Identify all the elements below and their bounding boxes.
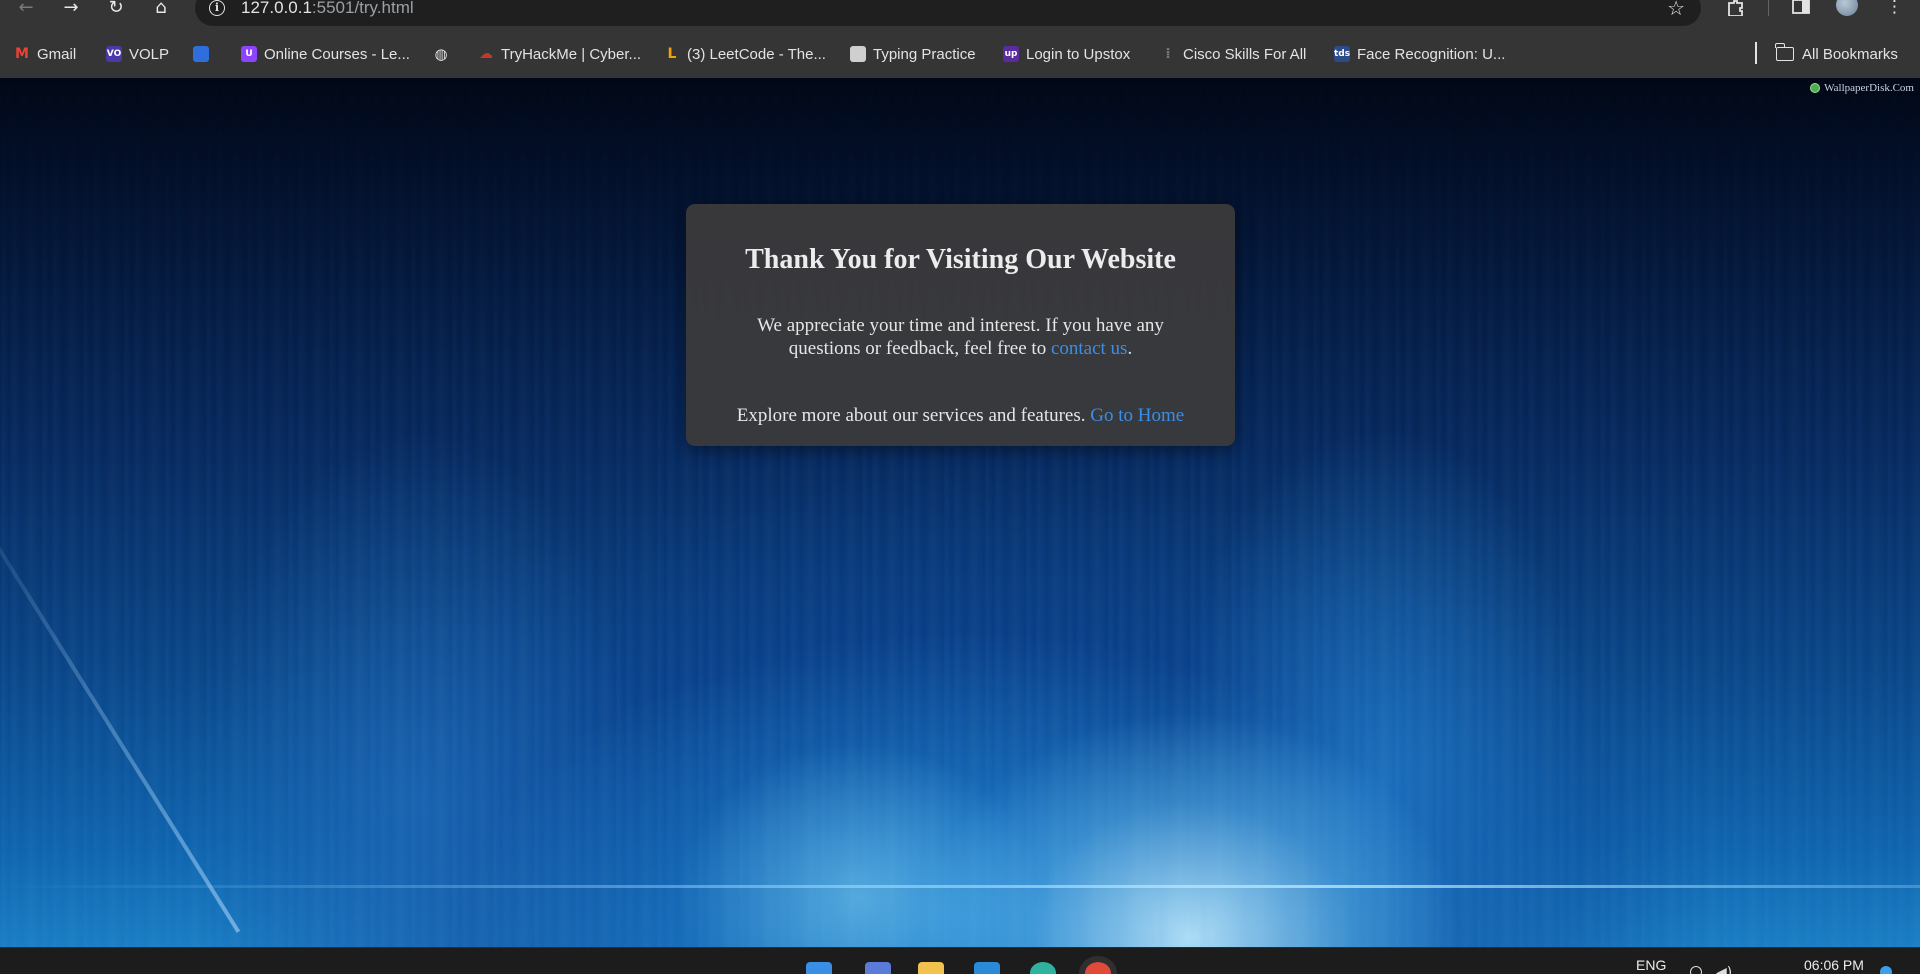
bookmark-item[interactable]: L (3) LeetCode - The...: [664, 43, 826, 65]
bookmark-label: Online Courses - Le...: [264, 45, 410, 63]
bookmark-item[interactable]: up Login to Upstox: [1003, 43, 1130, 65]
all-bookmarks-button[interactable]: All Bookmarks: [1775, 43, 1898, 65]
bookmark-item[interactable]: [193, 43, 216, 65]
thank-you-card: Thank You for Visiting Our Website We ap…: [686, 204, 1235, 446]
browser-menu-icon[interactable]: ⋮: [1886, 0, 1903, 16]
browser-toolbar: ← → ↻ ⌂ i 127.0.0.1:5501/try.html ☆ ⋮: [0, 0, 1920, 30]
start-icon[interactable]: [806, 962, 832, 974]
toolbar-separator: [1768, 0, 1769, 16]
bookmark-label: Cisco Skills For All: [1183, 45, 1307, 63]
chrome-icon[interactable]: [1079, 956, 1117, 974]
bookmark-item[interactable]: VO VOLP: [106, 43, 169, 65]
forward-button[interactable]: →: [55, 0, 87, 17]
go-to-home-link[interactable]: Go to Home: [1090, 405, 1184, 426]
folder-icon: [1775, 43, 1794, 61]
reload-button[interactable]: ↻: [100, 0, 132, 17]
file-explorer-icon[interactable]: [918, 962, 944, 974]
contact-us-link[interactable]: contact us: [1051, 338, 1128, 359]
gmail-icon: M: [15, 46, 29, 62]
address-bar[interactable]: i 127.0.0.1:5501/try.html ☆: [195, 0, 1701, 26]
courses-icon: U: [241, 46, 257, 62]
url-path: :5501/try.html: [311, 0, 414, 17]
face-recognition-icon: tds: [1334, 46, 1350, 62]
bookmark-item[interactable]: U Online Courses - Le...: [241, 43, 410, 65]
bookmark-label: Typing Practice: [873, 45, 976, 63]
bookmarks-bar: M Gmail VO VOLP U Online Courses - Le... ◍ ☁ Try…: [0, 30, 1920, 78]
bookmark-star-icon[interactable]: ☆: [1667, 0, 1685, 20]
bookmark-item[interactable]: M Gmail: [14, 43, 76, 65]
extensions-icon[interactable]: [1726, 0, 1746, 17]
volp-icon: VO: [106, 46, 122, 62]
url-host: 127.0.0.1: [241, 0, 312, 17]
bookmark-label: Gmail: [37, 45, 77, 63]
bookmark-item[interactable]: tds Face Recognition: U...: [1334, 43, 1505, 65]
explore-text: Explore more about our services and feat…: [736, 405, 1091, 426]
bookmark-label: (3) LeetCode - The...: [687, 45, 826, 63]
bookmark-item[interactable]: Typing Practice: [850, 43, 976, 65]
bookmark-item[interactable]: ◍: [433, 43, 456, 65]
profile-avatar[interactable]: [1836, 0, 1858, 16]
upstox-icon: up: [1003, 46, 1019, 62]
bookmark-item[interactable]: ☁ TryHackMe | Cyber...: [478, 43, 641, 65]
all-bookmarks-label: All Bookmarks: [1802, 45, 1898, 63]
side-panel-icon[interactable]: [1792, 0, 1810, 16]
bookmark-label: TryHackMe | Cyber...: [501, 45, 642, 63]
typing-icon: [850, 46, 866, 62]
edge-icon[interactable]: [1030, 962, 1056, 974]
message-end: .: [1127, 338, 1133, 359]
bookmark-app-icon: [193, 46, 209, 62]
back-button[interactable]: ←: [10, 0, 42, 17]
wallpaper-horizon: [0, 885, 1920, 888]
language-indicator[interactable]: ENG: [1636, 957, 1666, 973]
watermark-logo-icon: [1810, 83, 1821, 93]
site-info-icon[interactable]: i: [209, 0, 225, 16]
globe-icon: ◍: [434, 45, 448, 63]
copilot-icon[interactable]: [865, 962, 891, 974]
bookmark-label: VOLP: [129, 45, 170, 63]
home-button[interactable]: ⌂: [145, 0, 177, 17]
wallpaper-watermark: WallpaperDisk.Com: [1810, 82, 1914, 94]
bookmark-item[interactable]: ⁞ Cisco Skills For All: [1160, 43, 1306, 65]
bookmark-label: Face Recognition: U...: [1357, 45, 1506, 63]
card-message: We appreciate your time and interest. If…: [736, 314, 1185, 360]
vscode-icon[interactable]: [974, 962, 1000, 974]
cisco-icon: ⁞: [1165, 46, 1171, 62]
bookmark-label: Login to Upstox: [1026, 45, 1131, 63]
os-taskbar: ENG ◀) 06:06 PM: [0, 947, 1920, 974]
leetcode-icon: L: [667, 46, 677, 62]
bookmarks-separator: [1755, 42, 1757, 64]
tryhackme-icon: ☁: [479, 46, 493, 62]
url-text[interactable]: 127.0.0.1:5501/try.html: [241, 0, 414, 18]
page-viewport: WallpaperDisk.Com Thank You for Visiting…: [0, 78, 1920, 947]
watermark-text: WallpaperDisk.Com: [1824, 82, 1914, 94]
clock-time[interactable]: 06:06 PM: [1804, 957, 1864, 973]
card-title: Thank You for Visiting Our Website: [745, 244, 1176, 275]
card-explore: Explore more about our services and feat…: [686, 404, 1235, 427]
